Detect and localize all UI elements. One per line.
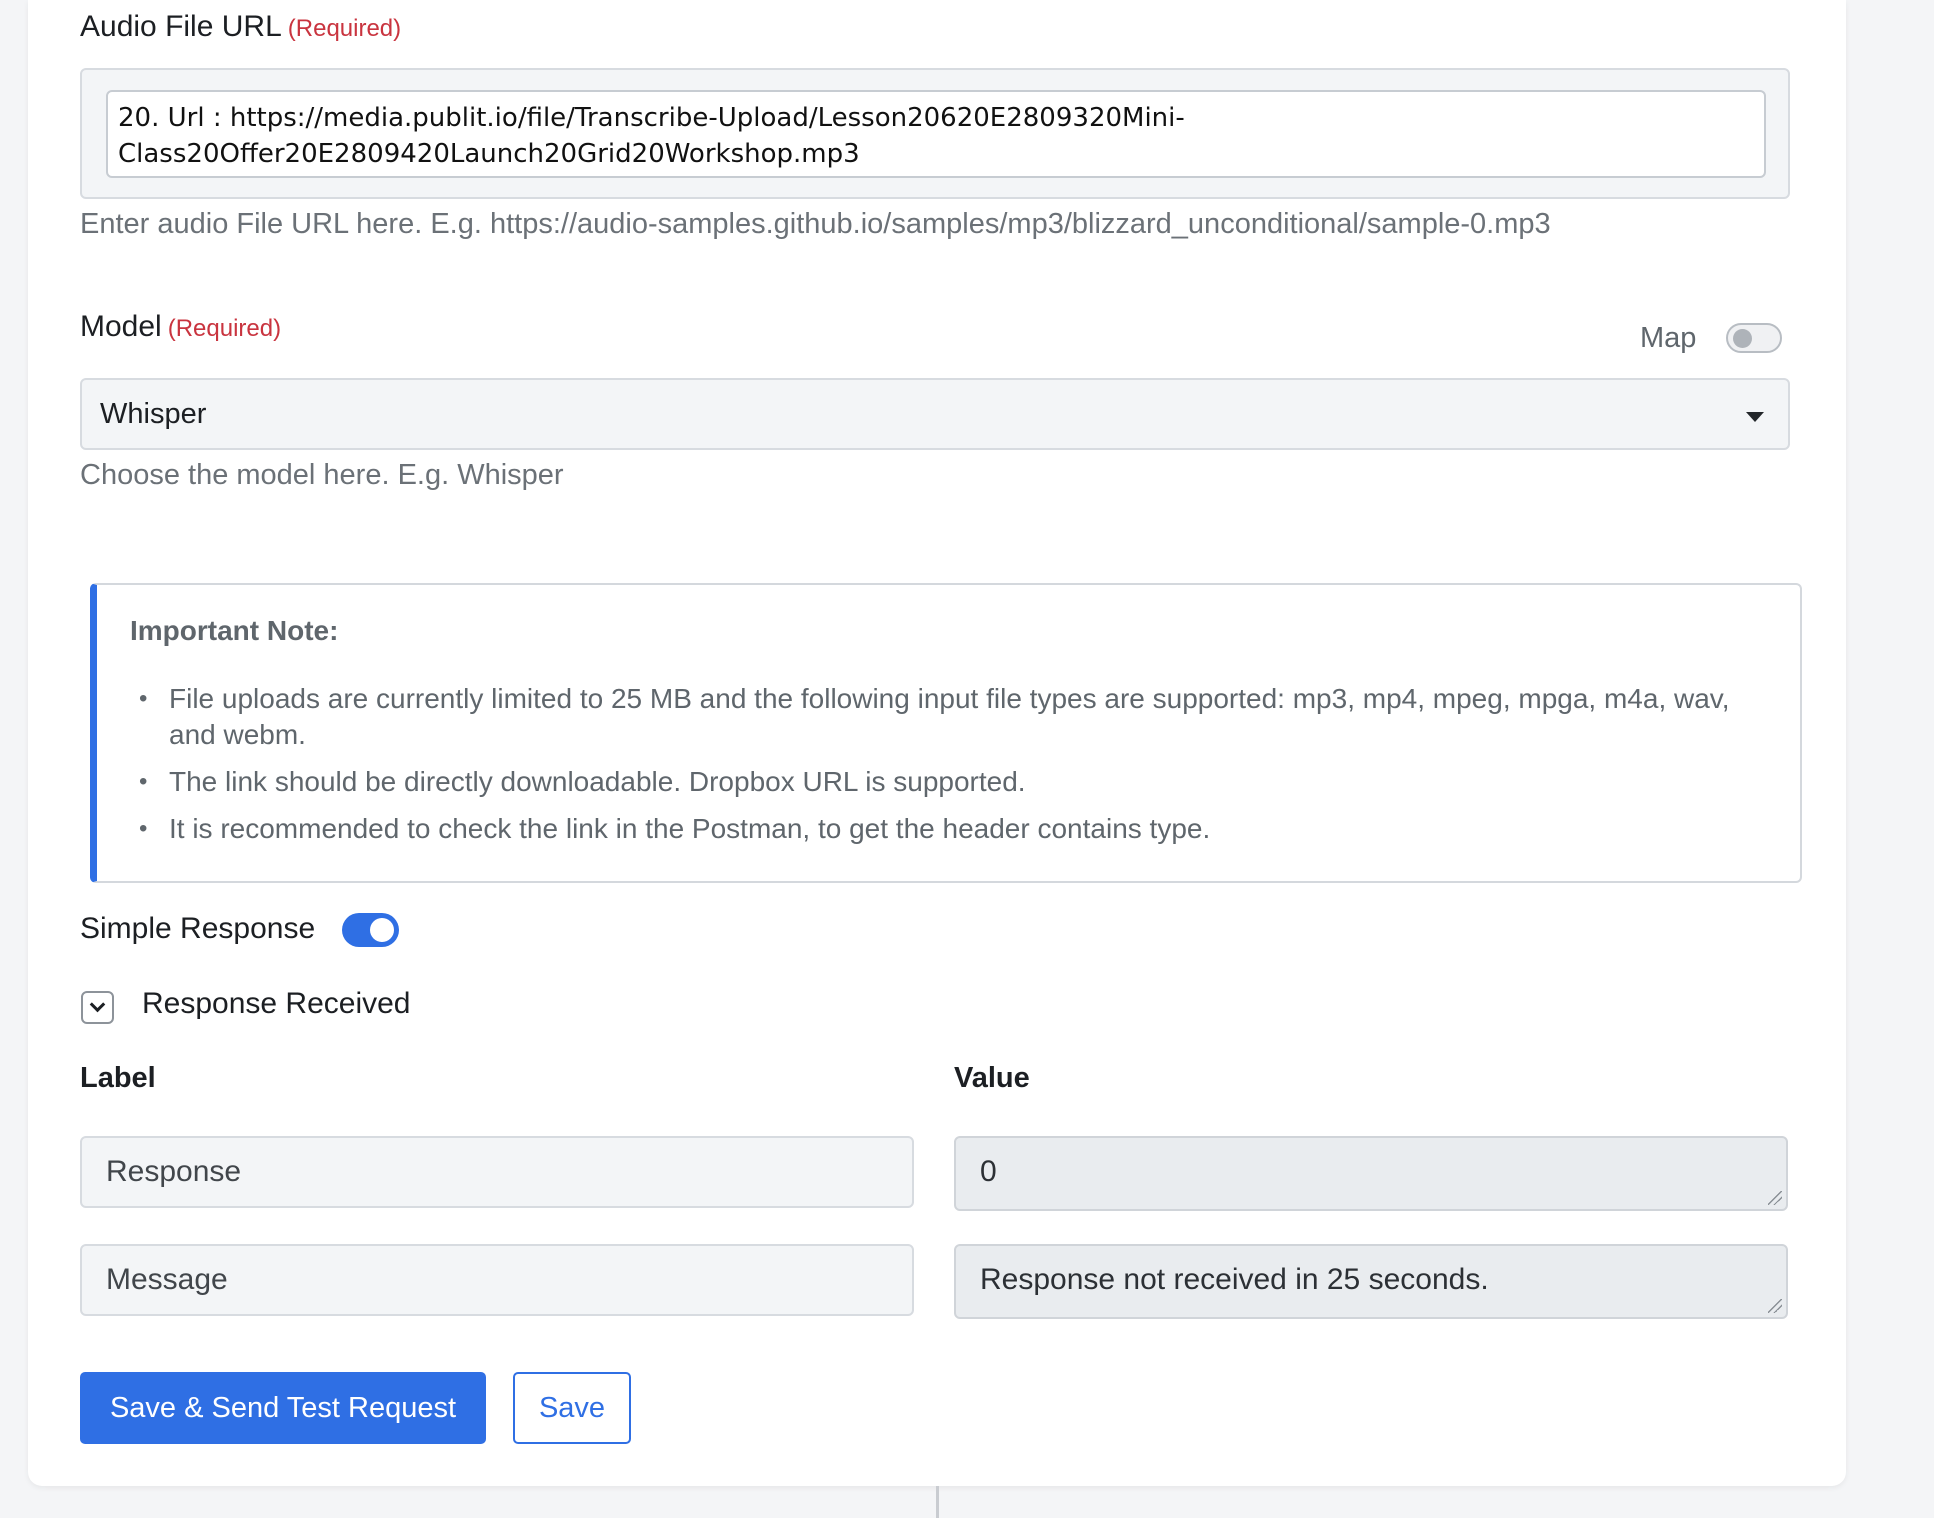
response-received-collapse-button[interactable] — [81, 991, 114, 1024]
audio-url-value-line-2: Class20Offer20E2809420Launch20Grid20Work… — [118, 139, 860, 169]
model-label: Model (Required) — [80, 310, 281, 344]
model-required: (Required) — [167, 315, 282, 342]
save-and-send-test-request-button[interactable]: Save & Send Test Request — [80, 1372, 486, 1444]
audio-url-label-text: Audio File URL — [80, 10, 282, 43]
important-note: Important Note: • File uploads are curren… — [90, 583, 1802, 883]
audio-url-help: Enter audio File URL here. E.g. https://… — [80, 208, 1551, 240]
value-column-header: Value — [954, 1062, 1030, 1094]
response-label-text: Response — [106, 1155, 242, 1188]
resize-handle-icon[interactable] — [1768, 1299, 1782, 1313]
note-item: • It is recommended to check the link in … — [137, 811, 1767, 847]
model-help: Choose the model here. E.g. Whisper — [80, 459, 564, 491]
resize-handle-icon[interactable] — [1768, 1191, 1782, 1205]
note-item-text: The link should be directly downloadable… — [169, 766, 1026, 797]
flow-connector-line — [936, 1486, 939, 1518]
response-label-field[interactable]: Response — [80, 1136, 914, 1208]
response-received-label: Response Received — [142, 987, 411, 1020]
response-value-field[interactable]: 0 — [954, 1136, 1788, 1211]
audio-url-field-wrapper: 20. Url : https://media.publit.io/file/T… — [80, 68, 1790, 199]
audio-url-required: (Required) — [287, 15, 402, 42]
note-item-text: It is recommended to check the link in t… — [169, 813, 1211, 844]
audio-url-label: Audio File URL (Required) — [80, 10, 401, 44]
bullet-icon: • — [139, 768, 148, 795]
message-label-field[interactable]: Message — [80, 1244, 914, 1316]
note-title: Important Note: — [130, 615, 339, 646]
message-value-text: Response not received in 25 seconds. — [980, 1263, 1489, 1296]
save-button[interactable]: Save — [513, 1372, 631, 1444]
map-toggle-knob — [1733, 329, 1752, 348]
map-toggle[interactable] — [1726, 323, 1782, 353]
note-list: • File uploads are currently limited to 2… — [137, 681, 1767, 858]
form-card: Audio File URL (Required) 20. Url : https… — [28, 0, 1846, 1486]
response-value-text: 0 — [980, 1155, 997, 1188]
note-item: • The link should be directly downloadabl… — [137, 764, 1767, 800]
label-column-header: Label — [80, 1062, 156, 1094]
bullet-icon: • — [139, 815, 148, 842]
note-item-text: File uploads are currently limited to 25… — [169, 683, 1730, 750]
chevron-down-icon — [1746, 412, 1764, 422]
simple-response-toggle[interactable] — [342, 913, 399, 947]
chevron-down-icon — [89, 996, 106, 1013]
message-label-text: Message — [106, 1263, 228, 1296]
audio-url-value-line-1: 20. Url : https://media.publit.io/file/T… — [118, 103, 1185, 133]
simple-response-toggle-knob — [370, 918, 394, 942]
note-item: • File uploads are currently limited to 2… — [137, 681, 1767, 753]
simple-response-label: Simple Response — [80, 912, 316, 945]
model-label-text: Model — [80, 310, 162, 343]
model-select[interactable]: Whisper — [80, 378, 1790, 450]
model-selected-value: Whisper — [100, 398, 207, 430]
audio-url-input[interactable]: 20. Url : https://media.publit.io/file/T… — [106, 90, 1766, 178]
map-label: Map — [1640, 322, 1697, 354]
message-value-field[interactable]: Response not received in 25 seconds. — [954, 1244, 1788, 1319]
bullet-icon: • — [139, 685, 148, 712]
